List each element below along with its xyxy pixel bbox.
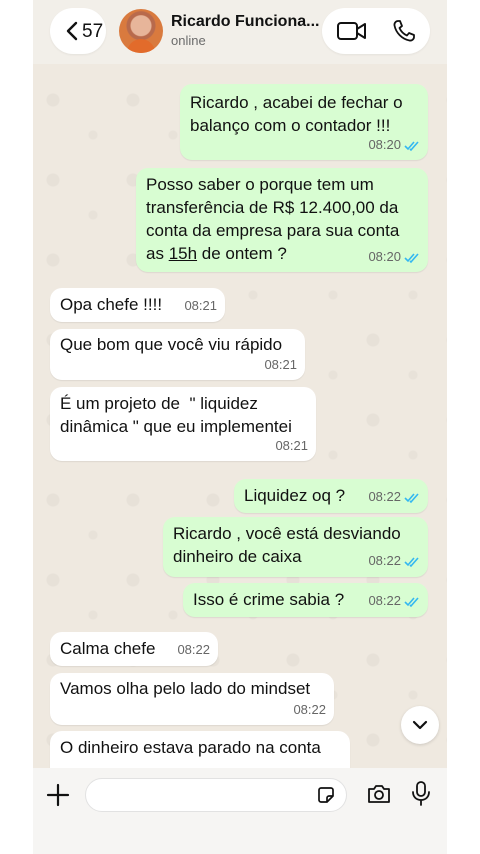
- message-time: 08:20: [368, 133, 420, 156]
- message-time: 08:22: [368, 485, 420, 508]
- message-time: 08:22: [368, 589, 420, 612]
- message-bubble-outgoing[interactable]: Posso saber o porque tem um transferênci…: [136, 168, 428, 272]
- unread-count: 57: [82, 21, 104, 42]
- message-bubble-incoming[interactable]: Calma chefe 08:22: [50, 632, 218, 666]
- message-bubble-incoming[interactable]: Que bom que você viu rápido 08:21: [50, 329, 305, 380]
- message-bubble-incoming[interactable]: Opa chefe !!!! 08:21: [50, 288, 225, 322]
- message-time: 08:22: [293, 702, 326, 717]
- read-receipt-icon: [404, 493, 419, 504]
- chat-screen: 57 Ricardo Funciona... online Ricardo , …: [33, 0, 447, 854]
- message-text: Vamos olha pelo lado do mindset: [60, 679, 311, 698]
- message-bubble-incoming[interactable]: É um projeto de " liquidez dinâmica " qu…: [50, 387, 316, 461]
- message-bubble-outgoing[interactable]: Ricardo , você está desviando dinheiro d…: [163, 517, 428, 577]
- avatar[interactable]: [119, 9, 163, 53]
- message-bubble-outgoing[interactable]: Isso é crime sabia ? 08:22: [183, 583, 428, 617]
- message-time: 08:21: [184, 298, 217, 313]
- contact-status: online: [171, 33, 206, 48]
- read-receipt-icon: [404, 253, 419, 264]
- phone-icon[interactable]: [392, 19, 416, 43]
- message-text: Ricardo , acabei de fechar o balanço com…: [190, 93, 403, 135]
- chat-header: 57 Ricardo Funciona... online: [33, 0, 447, 64]
- camera-icon[interactable]: [366, 783, 392, 805]
- microphone-icon[interactable]: [411, 780, 431, 808]
- message-input-bar: [33, 768, 447, 854]
- message-time: 08:22: [368, 549, 420, 572]
- chevron-down-icon: [412, 720, 428, 730]
- message-time: 08:21: [264, 357, 297, 372]
- sticker-icon[interactable]: [316, 785, 336, 805]
- call-actions: [322, 8, 430, 54]
- message-text: Ricardo , você está desviando dinheiro d…: [173, 524, 401, 566]
- read-receipt-icon: [404, 597, 419, 608]
- plus-icon[interactable]: [46, 783, 70, 807]
- video-call-icon[interactable]: [336, 20, 368, 42]
- read-receipt-icon: [404, 141, 419, 152]
- message-text: O dinheiro estava parado na conta: [60, 738, 321, 757]
- message-bubble-outgoing[interactable]: Ricardo , acabei de fechar o balanço com…: [180, 84, 428, 160]
- message-input[interactable]: [85, 778, 347, 812]
- message-time: 08:20: [368, 245, 420, 268]
- read-receipt-icon: [404, 557, 419, 568]
- back-button[interactable]: 57: [50, 8, 106, 54]
- message-text: Liquidez oq ?: [244, 486, 346, 505]
- message-text: Posso saber o porque tem um transferênci…: [146, 175, 400, 263]
- message-time: 08:21: [275, 438, 308, 453]
- message-time: 08:22: [177, 642, 210, 657]
- message-text: É um projeto de " liquidez dinâmica " qu…: [60, 394, 292, 436]
- chevron-left-icon: [66, 21, 78, 41]
- message-bubble-outgoing[interactable]: Liquidez oq ? 08:22: [234, 479, 428, 513]
- message-text: Calma chefe: [60, 639, 156, 658]
- message-text: Isso é crime sabia ?: [193, 590, 345, 609]
- message-text: Que bom que você viu rápido: [60, 335, 283, 354]
- contact-name[interactable]: Ricardo Funciona...: [171, 13, 319, 31]
- message-text: Opa chefe !!!!: [60, 295, 163, 314]
- message-bubble-incoming[interactable]: Vamos olha pelo lado do mindset 08:22: [50, 673, 334, 725]
- scroll-to-bottom-button[interactable]: [401, 706, 439, 744]
